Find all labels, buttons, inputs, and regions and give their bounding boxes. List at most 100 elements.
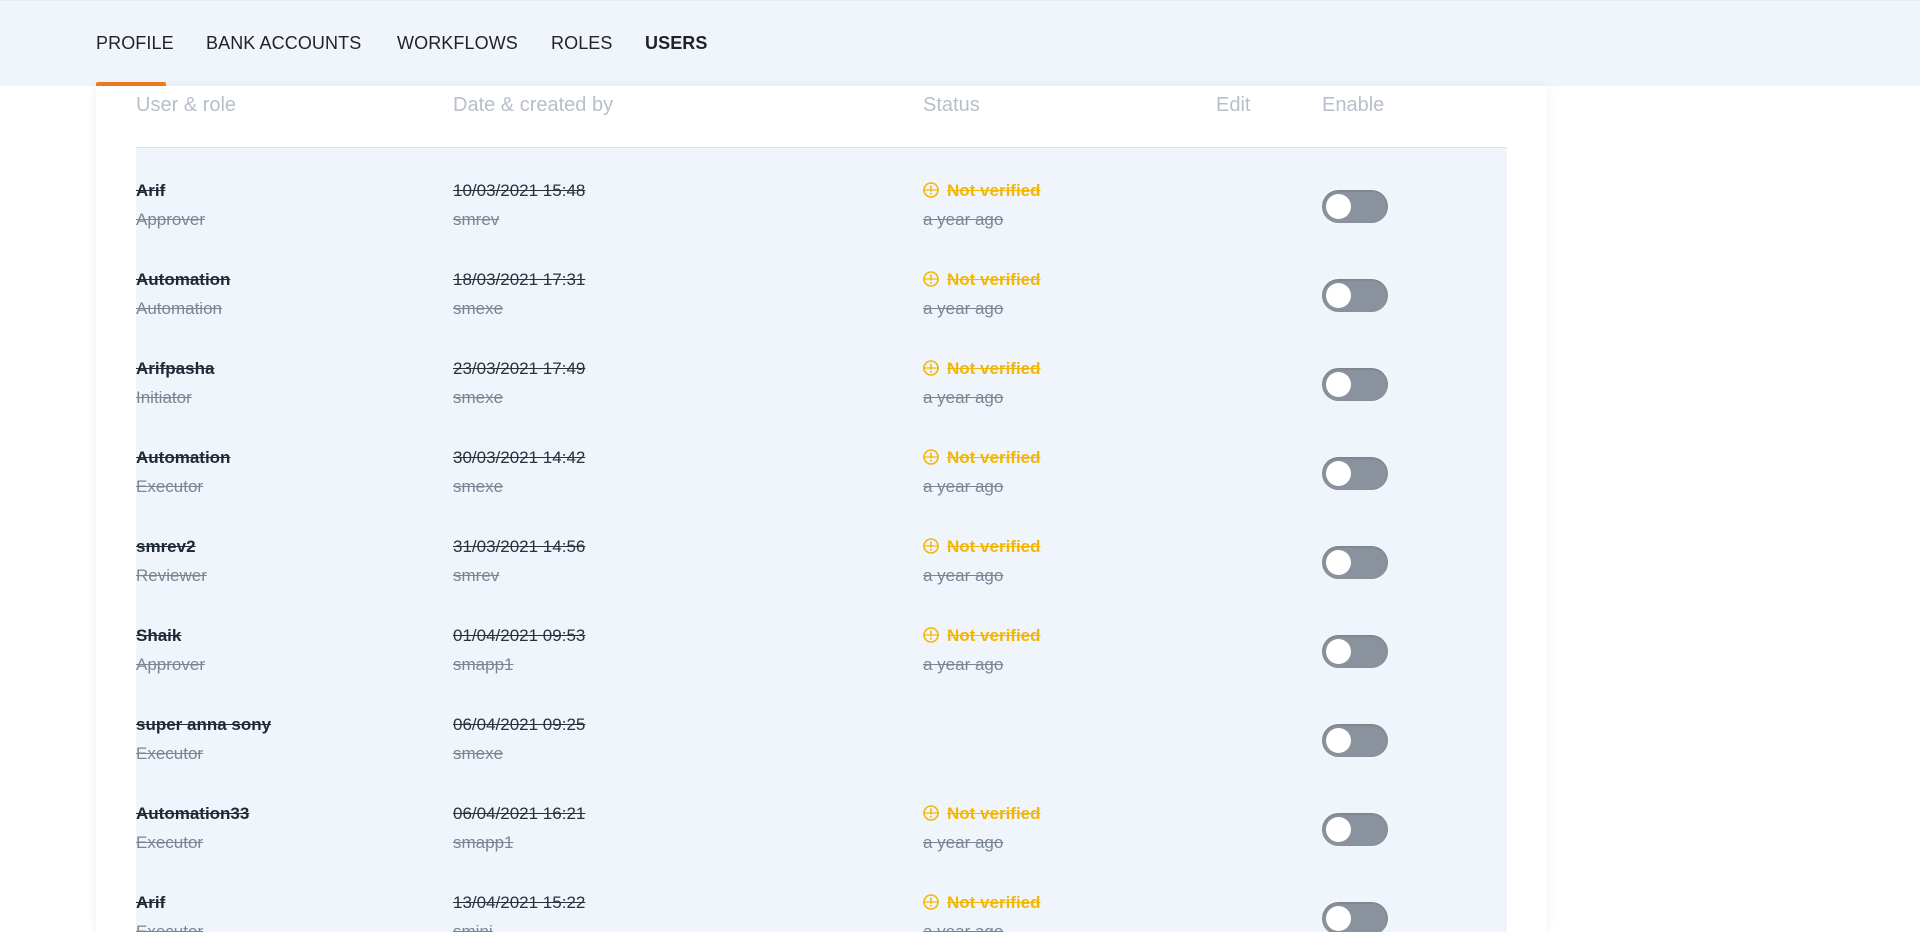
created-by: smrev: [453, 566, 500, 585]
user-name: Automation: [136, 448, 231, 467]
alert-circle-icon: [923, 805, 939, 821]
table-row: Automation Executor 30/03/2021 14:42 sme…: [136, 415, 1507, 504]
status-text: Not verified: [947, 448, 1041, 467]
user-role: Automation: [136, 299, 222, 318]
enable-toggle[interactable]: [1322, 457, 1388, 490]
table-row: Arif Approver 10/03/2021 15:48 smrev Not…: [136, 148, 1507, 237]
created-date: 23/03/2021 17:49: [453, 359, 586, 378]
created-date: 30/03/2021 14:42: [453, 448, 586, 467]
created-by: smexe: [453, 299, 504, 318]
enable-toggle[interactable]: [1322, 813, 1388, 846]
user-role: Initiator: [136, 388, 192, 407]
created-date: 10/03/2021 15:48: [453, 181, 586, 200]
enable-toggle[interactable]: [1322, 368, 1388, 401]
user-name: smrev2: [136, 537, 196, 556]
created-by: smexe: [453, 744, 504, 763]
created-by: smapp1: [453, 655, 514, 674]
enable-toggle[interactable]: [1322, 902, 1388, 932]
alert-circle-icon: [923, 182, 939, 198]
user-role: Executor: [136, 922, 204, 932]
user-role: Approver: [136, 210, 205, 229]
toggle-knob: [1326, 639, 1351, 664]
table-row: smrev2 Reviewer 31/03/2021 14:56 smrev N…: [136, 504, 1507, 593]
user-role: Executor: [136, 833, 204, 852]
created-by: smexe: [453, 477, 504, 496]
toggle-knob: [1326, 194, 1351, 219]
created-date: 31/03/2021 14:56: [453, 537, 586, 556]
alert-circle-icon: [923, 538, 939, 554]
tab-profile[interactable]: PROFILE: [96, 33, 174, 54]
toggle-knob: [1326, 283, 1351, 308]
created-by: smini: [453, 922, 493, 932]
status-time-ago: a year ago: [923, 833, 1004, 852]
created-date: 18/03/2021 17:31: [453, 270, 586, 289]
status-time-ago: a year ago: [923, 655, 1004, 674]
header-status: Status: [923, 94, 980, 116]
status-time-ago: a year ago: [923, 388, 1004, 407]
toggle-knob: [1326, 728, 1351, 753]
status-text: Not verified: [947, 181, 1041, 200]
created-by: smrev: [453, 210, 500, 229]
status-time-ago: a year ago: [923, 922, 1004, 932]
status-time-ago: a year ago: [923, 299, 1004, 318]
table-row: Automation Automation 18/03/2021 17:31 s…: [136, 237, 1507, 326]
user-role: Approver: [136, 655, 205, 674]
user-name: Arif: [136, 893, 166, 912]
alert-circle-icon: [923, 449, 939, 465]
toggle-knob: [1326, 461, 1351, 486]
tab-roles[interactable]: ROLES: [551, 33, 613, 54]
user-role: Executor: [136, 744, 204, 763]
status-time-ago: a year ago: [923, 210, 1004, 229]
users-table-card: User & role Date & created by Status Edi…: [96, 86, 1547, 932]
toggle-knob: [1326, 372, 1351, 397]
created-date: 13/04/2021 15:22: [453, 893, 586, 912]
toggle-knob: [1326, 550, 1351, 575]
table-row: Arif Executor 13/04/2021 15:22 smini Not…: [136, 860, 1507, 932]
header-edit: Edit: [1216, 94, 1251, 116]
enable-toggle[interactable]: [1322, 635, 1388, 668]
user-role: Executor: [136, 477, 204, 496]
created-date: 06/04/2021 09:25: [453, 715, 586, 734]
created-by: smexe: [453, 388, 504, 407]
enable-toggle[interactable]: [1322, 724, 1388, 757]
enable-toggle[interactable]: [1322, 279, 1388, 312]
user-name: Automation: [136, 270, 231, 289]
table-row: Arifpasha Initiator 23/03/2021 17:49 sme…: [136, 326, 1507, 415]
created-by: smapp1: [453, 833, 514, 852]
header-user-role: User & role: [136, 94, 237, 116]
alert-circle-icon: [923, 627, 939, 643]
status-time-ago: a year ago: [923, 566, 1004, 585]
alert-circle-icon: [923, 360, 939, 376]
created-date: 06/04/2021 16:21: [453, 804, 586, 823]
user-name: Arif: [136, 181, 166, 200]
header-enable: Enable: [1322, 94, 1385, 116]
status-text: Not verified: [947, 893, 1041, 912]
toggle-knob: [1326, 906, 1351, 931]
tab-bank-accounts[interactable]: BANK ACCOUNTS: [206, 33, 361, 54]
top-navigation: PROFILE BANK ACCOUNTS WORKFLOWS ROLES US…: [0, 0, 1920, 87]
enable-toggle[interactable]: [1322, 546, 1388, 579]
alert-circle-icon: [923, 894, 939, 910]
enable-toggle[interactable]: [1322, 190, 1388, 223]
status-text: Not verified: [947, 537, 1041, 556]
status-text: Not verified: [947, 626, 1041, 645]
user-name: Automation33: [136, 804, 250, 823]
alert-circle-icon: [923, 271, 939, 287]
status-text: Not verified: [947, 270, 1041, 289]
table-body: Arif Approver 10/03/2021 15:48 smrev Not…: [136, 148, 1507, 932]
user-name: super anna sony: [136, 715, 272, 734]
created-date: 01/04/2021 09:53: [453, 626, 586, 645]
tab-workflows[interactable]: WORKFLOWS: [397, 33, 518, 54]
header-date-created: Date & created by: [453, 94, 614, 116]
user-name: Arifpasha: [136, 359, 215, 378]
user-role: Reviewer: [136, 566, 207, 585]
table-row: Automation33 Executor 06/04/2021 16:21 s…: [136, 771, 1507, 860]
tab-users[interactable]: USERS: [645, 33, 708, 54]
status-text: Not verified: [947, 359, 1041, 378]
status-time-ago: a year ago: [923, 477, 1004, 496]
table-row: super anna sony Executor 06/04/2021 09:2…: [136, 682, 1507, 771]
user-name: Shaik: [136, 626, 182, 645]
status-text: Not verified: [947, 804, 1041, 823]
toggle-knob: [1326, 817, 1351, 842]
table-row: Shaik Approver 01/04/2021 09:53 smapp1 N…: [136, 593, 1507, 682]
